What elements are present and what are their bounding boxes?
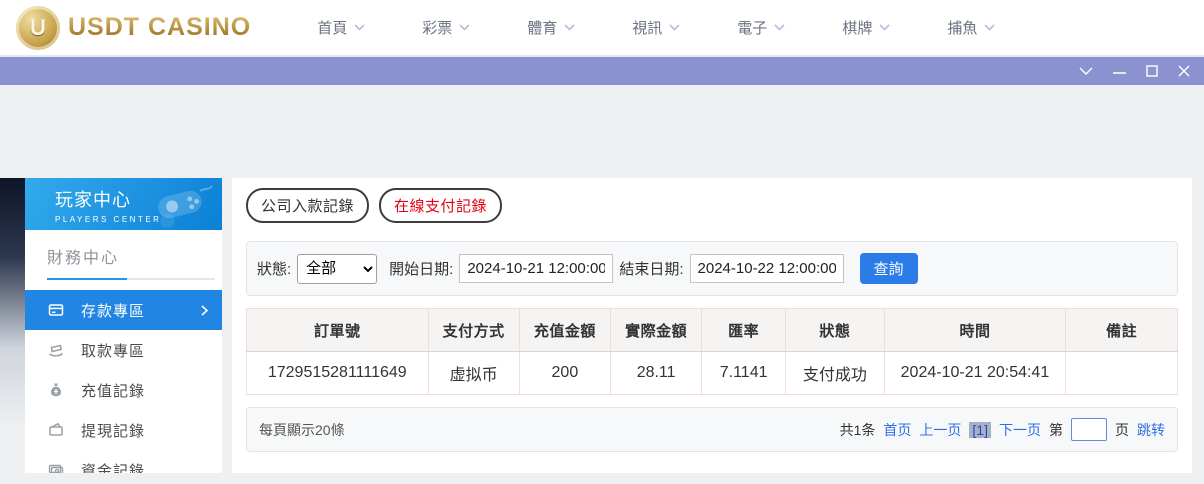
col-status: 狀態 xyxy=(785,308,885,352)
col-order-number: 訂單號 xyxy=(246,308,429,352)
main-panel: 公司入款記錄 在線支付記錄 狀態: 全部 開始日期: 結束日期: 查詢 xyxy=(232,178,1192,473)
end-date-input[interactable] xyxy=(689,254,844,283)
brand-logo: U USDT CASINO xyxy=(16,5,252,50)
query-button[interactable]: 查詢 xyxy=(859,253,918,284)
window-dropdown-button[interactable] xyxy=(1079,67,1093,76)
sidebar-item-withdraw-zone[interactable]: 取款專區 xyxy=(25,330,222,370)
brand-title: USDT CASINO xyxy=(68,13,252,41)
nav-item-slots[interactable]: 電子 xyxy=(737,17,785,38)
chevron-down-icon xyxy=(669,24,680,31)
coin-letter: U xyxy=(30,14,46,40)
col-actual-amount: 實際金額 xyxy=(609,308,703,352)
filter-bar: 狀態: 全部 開始日期: 結束日期: 查詢 xyxy=(246,241,1178,296)
window-titlebar xyxy=(0,57,1204,85)
jump-button[interactable]: 跳转 xyxy=(1137,420,1165,440)
cell-actual-amount: 28.11 xyxy=(609,351,703,395)
chevron-down-icon xyxy=(984,24,995,31)
money-bag-icon xyxy=(47,382,65,398)
chevron-down-icon xyxy=(879,24,890,31)
prev-page-link[interactable]: 上一页 xyxy=(919,420,961,440)
cell-time: 2024-10-21 20:54:41 xyxy=(883,351,1067,395)
status-label: 狀態: xyxy=(257,261,292,278)
cell-status: 支付成功 xyxy=(785,351,885,395)
cell-recharge-amount: 200 xyxy=(518,351,612,395)
next-page-link[interactable]: 下一页 xyxy=(999,420,1041,440)
sidebar-item-funds-records[interactable]: 資金記錄 xyxy=(25,450,222,473)
nav-item-home[interactable]: 首頁 xyxy=(317,17,365,38)
banknotes-icon xyxy=(47,462,65,473)
close-icon xyxy=(1178,65,1190,77)
maximize-icon xyxy=(1146,65,1158,77)
chevron-down-icon xyxy=(774,24,785,31)
chevron-right-icon xyxy=(201,304,208,316)
main-nav: 首頁 彩票 體育 視訊 電子 棋牌 捕魚 xyxy=(317,17,995,38)
sidebar-header: 玩家中心 PLAYERS CENTER xyxy=(25,178,222,230)
content-area: 玩家中心 PLAYERS CENTER 財務中心 存款專區 取款專區 充值記錄 … xyxy=(25,178,1192,473)
window-minimize-button[interactable] xyxy=(1113,66,1126,76)
player-center-sidebar: 玩家中心 PLAYERS CENTER 財務中心 存款專區 取款專區 充值記錄 … xyxy=(25,178,222,473)
tab-online-payment-records[interactable]: 在線支付記錄 xyxy=(379,188,503,223)
chevron-down-icon xyxy=(1079,67,1093,75)
finance-center-section: 財務中心 xyxy=(25,230,222,280)
workspace: 玩家中心 PLAYERS CENTER 財務中心 存款專區 取款專區 充值記錄 … xyxy=(0,85,1204,482)
status-select[interactable]: 全部 xyxy=(297,253,378,284)
col-remark: 備註 xyxy=(1065,308,1178,352)
tab-company-deposit-records[interactable]: 公司入款記錄 xyxy=(246,188,370,223)
sidebar-item-recharge-records[interactable]: 充值記錄 xyxy=(25,370,222,410)
total-count-text: 共1条 xyxy=(839,421,876,438)
col-exchange-rate: 匯率 xyxy=(701,308,787,352)
sidebar-item-withdrawal-records[interactable]: 提現記錄 xyxy=(25,410,222,450)
window-maximize-button[interactable] xyxy=(1146,65,1158,77)
finance-center-title: 財務中心 xyxy=(47,250,120,267)
top-header: U USDT CASINO 首頁 彩票 體育 視訊 電子 棋牌 捕魚 xyxy=(0,0,1204,57)
chevron-down-icon xyxy=(564,24,575,31)
cell-order-number: 1729515281111649 xyxy=(246,351,429,395)
pager-controls: 共1条 首页 上一页 [1] 下一页 第 页 跳转 xyxy=(840,418,1165,441)
page-size-text: 每頁顯示20條 xyxy=(259,421,345,438)
jump-suffix-label: 页 xyxy=(1115,421,1129,438)
record-tabs: 公司入款記錄 在線支付記錄 xyxy=(246,188,1178,223)
jump-prefix-label: 第 xyxy=(1049,421,1063,438)
minimize-icon xyxy=(1113,72,1126,74)
wallet-icon xyxy=(47,422,65,438)
nav-item-fishing[interactable]: 捕魚 xyxy=(947,17,995,38)
sidebar-item-deposit-zone[interactable]: 存款專區 xyxy=(25,290,222,330)
col-time: 時間 xyxy=(883,308,1067,352)
section-divider xyxy=(47,278,215,280)
cell-remark xyxy=(1065,351,1178,395)
table-header-row: 訂單號 支付方式 充值金額 實際金額 匯率 狀態 時間 備註 xyxy=(246,308,1178,352)
first-page-link[interactable]: 首页 xyxy=(883,420,911,440)
col-recharge-amount: 充值金額 xyxy=(518,308,612,352)
deposit-card-icon xyxy=(47,302,65,318)
start-date-input[interactable] xyxy=(459,254,614,283)
chevron-down-icon xyxy=(354,24,365,31)
cell-exchange-rate: 7.1141 xyxy=(701,351,787,395)
page-jump-input[interactable] xyxy=(1071,418,1107,441)
cell-payment-method: 虚拟币 xyxy=(427,351,520,395)
payment-records-table: 訂單號 支付方式 充值金額 實際金額 匯率 狀態 時間 備註 172951528… xyxy=(246,308,1178,395)
pagination-bar: 每頁顯示20條 共1条 首页 上一页 [1] 下一页 第 页 跳转 xyxy=(246,407,1178,452)
usdt-coin-logo-icon: U xyxy=(16,5,60,50)
col-payment-method: 支付方式 xyxy=(427,308,520,352)
start-date-label: 開始日期: xyxy=(389,261,454,278)
sidebar-menu: 存款專區 取款專區 充值記錄 提現記錄 資金記錄 xyxy=(25,290,222,473)
section-divider-accent xyxy=(47,278,127,280)
gamepad-icon xyxy=(158,185,213,227)
current-page-indicator: [1] xyxy=(969,421,991,438)
nav-item-cards[interactable]: 棋牌 xyxy=(842,17,890,38)
nav-item-sports[interactable]: 體育 xyxy=(527,17,575,38)
chevron-down-icon xyxy=(459,24,470,31)
nav-item-lottery[interactable]: 彩票 xyxy=(422,17,470,38)
nav-item-video[interactable]: 視訊 xyxy=(632,17,680,38)
window-close-button[interactable] xyxy=(1178,65,1190,77)
table-row: 1729515281111649 虚拟币 200 28.11 7.1141 支付… xyxy=(246,351,1178,395)
end-date-label: 結束日期: xyxy=(619,261,684,278)
hand-money-icon xyxy=(47,342,65,358)
